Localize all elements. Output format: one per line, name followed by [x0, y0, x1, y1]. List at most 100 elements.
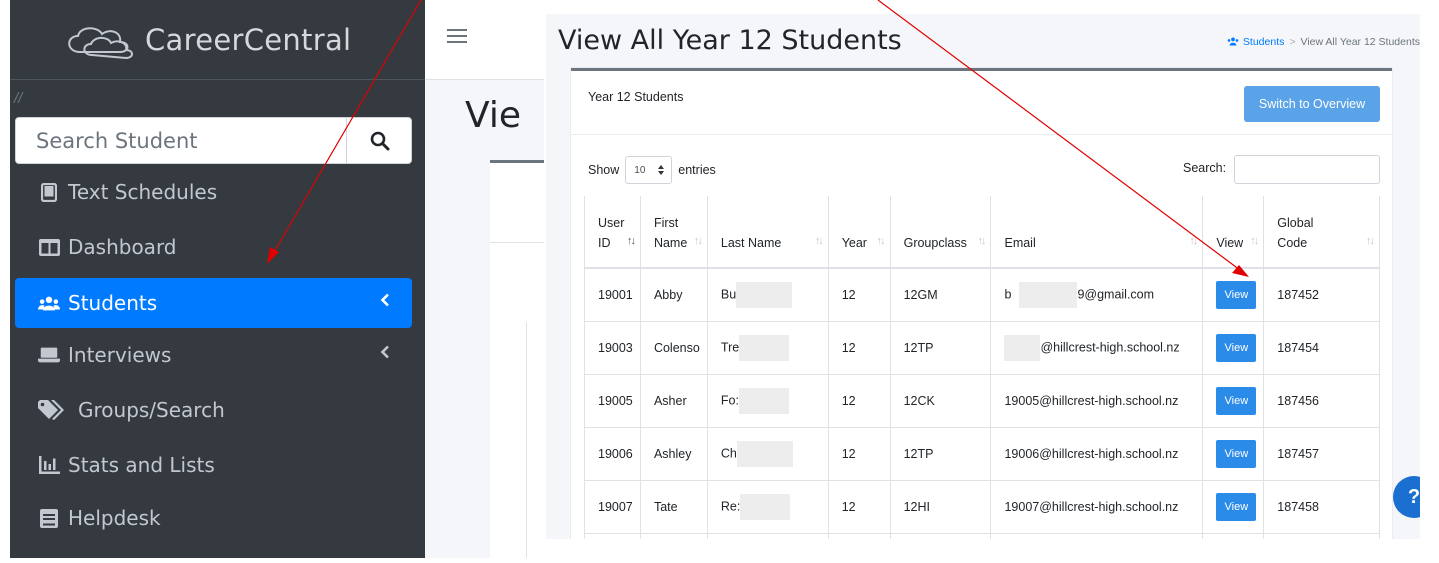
email-end: @hillcrest-high.school.nz [1040, 339, 1180, 354]
entries-select[interactable]: 10 [625, 156, 673, 184]
users-icon [38, 292, 60, 314]
last-name-visible: Ch [720, 445, 737, 460]
column-header-view[interactable]: View ↑↓ [1202, 196, 1265, 269]
cloud-logo-icon [68, 27, 133, 60]
breadcrumb: Students > View All Year 12 Students [1226, 36, 1420, 48]
table-search-label: Search: [1183, 161, 1227, 175]
columns-icon [38, 236, 60, 258]
sort-icon: ↑↓ [1250, 235, 1259, 247]
sidebar: CareerCentral // Text Schedules [10, 0, 425, 558]
view-student-button[interactable]: View [1216, 280, 1257, 309]
sidebar-item-interviews[interactable]: Interviews [15, 330, 412, 380]
column-header-year[interactable]: Year ↑↓ [828, 196, 891, 269]
cell-year: 12 [828, 427, 891, 481]
column-header-groupclass[interactable]: Groupclass ↑↓ [890, 196, 992, 269]
cell-year: 12 [828, 374, 891, 428]
show-label: Show [588, 163, 620, 177]
sidebar-item-groups-search[interactable]: Groups/Search [15, 385, 412, 435]
redaction-box [1019, 281, 1078, 308]
entries-value: 10 [634, 164, 646, 176]
sidebar-item-label: Text Schedules [68, 180, 218, 204]
table-search-input[interactable] [1234, 155, 1380, 184]
sidebar-item-label: Stats and Lists [68, 453, 215, 477]
redaction-box [1004, 334, 1041, 361]
entries-length-control: Show 10 entries [588, 156, 716, 184]
cell-email: b 9@gmail.com [990, 268, 1204, 322]
laptop-icon [38, 344, 60, 366]
table-row: 19003 Colenso Tre 12 12TP @hillcrest-hig… [584, 321, 1380, 375]
sort-icon: ↑↓ [814, 235, 824, 247]
column-header-last-name[interactable]: Last Name ↑↓ [707, 196, 829, 269]
sidebar-item-students[interactable]: Students [15, 278, 412, 328]
search-student-input[interactable] [16, 118, 346, 163]
sidebar-item-label: Dashboard [68, 235, 177, 259]
cell-global-code: 187457 [1263, 427, 1380, 481]
card-title: Year 12 Students [588, 90, 684, 104]
students-card: Year 12 Students Switch to Overview Show… [571, 68, 1392, 539]
cell-groupclass: 12GM [890, 268, 992, 322]
users-icon [1227, 37, 1239, 46]
student-search-form [15, 117, 412, 164]
cell-global-code: 187454 [1263, 321, 1380, 375]
cell-user-id: 19006 [584, 427, 641, 481]
background-card [490, 160, 544, 558]
view-student-button[interactable]: View [1216, 492, 1257, 521]
background-page-heading: Vie [465, 95, 521, 136]
cell-view: View [1202, 321, 1265, 375]
sort-icon: ↑↓ [693, 235, 703, 247]
sort-asc-icon: ↑↓ [626, 235, 636, 247]
sidebar-item-text-schedules[interactable]: Text Schedules [15, 167, 412, 217]
redaction-box [736, 440, 793, 467]
page-title: View All Year 12 Students [558, 25, 902, 56]
sidebar-item-stats-lists[interactable]: Stats and Lists [15, 440, 412, 490]
cell-groupclass: 12TP [890, 321, 992, 375]
cell-email: 19007@hillcrest-high.school.nz [990, 480, 1204, 534]
brand-name: CareerCentral [145, 23, 352, 57]
sort-icon: ↑↓ [1366, 235, 1375, 247]
search-button[interactable] [346, 118, 412, 163]
switch-to-overview-button[interactable]: Switch to Overview [1244, 86, 1380, 122]
redaction-box [738, 387, 789, 414]
cell-email: 19005@hillcrest-high.school.nz [990, 374, 1204, 428]
column-header-global-code[interactable]: Global Code ↑↓ [1263, 196, 1380, 269]
column-header-first-name[interactable]: First Name ↑↓ [640, 196, 708, 269]
sidebar-item-dashboard[interactable]: Dashboard [15, 222, 412, 272]
brand[interactable]: CareerCentral [10, 0, 425, 80]
column-header-email[interactable]: Email ↑↓ [990, 196, 1204, 269]
help-button[interactable]: ? [1393, 476, 1420, 518]
cell-email: 19006@hillcrest-high.school.nz [990, 427, 1204, 481]
sidebar-screenshot-panel: CareerCentral // Text Schedules [10, 0, 544, 558]
tags-icon [38, 399, 70, 421]
cell-global-code: 187458 [1263, 480, 1380, 534]
hamburger-menu-icon[interactable] [447, 28, 467, 44]
view-student-button[interactable]: View [1216, 439, 1257, 468]
last-name-visible: Bu [720, 287, 737, 302]
breadcrumb-students-link[interactable]: Students [1243, 36, 1284, 48]
cell-user-id: 19001 [584, 268, 641, 322]
cell-first-name: Asher [640, 374, 708, 428]
cell-year: 12 [828, 268, 891, 322]
students-table-screenshot-panel: View All Year 12 Students Students > View … [546, 14, 1420, 539]
chart-bar-icon [38, 454, 60, 476]
tablet-icon [38, 181, 60, 203]
sidebar-item-helpdesk[interactable]: Helpdesk [15, 493, 412, 543]
breadcrumb-separator: > [1289, 36, 1296, 48]
chevron-left-icon [380, 345, 389, 359]
column-header-user-id[interactable]: User ID ↑↓ [584, 196, 641, 269]
composite-screenshot: CareerCentral // Text Schedules [0, 0, 1439, 563]
cell-first-name: Abby [640, 268, 708, 322]
table-row: 19006 Ashley Ch 12 12TP 19006@hillcrest-… [584, 427, 1380, 481]
table-row: 19001 Abby Bu 12 12GM b 9@gmail.com View … [584, 268, 1380, 322]
sidebar-item-label: Students [68, 291, 158, 315]
sort-icon: ↑↓ [876, 235, 886, 247]
divider [490, 242, 544, 243]
sidebar-item-label: Helpdesk [68, 506, 161, 530]
cell-first-name: Colenso [640, 321, 708, 375]
entries-label: entries [678, 163, 716, 177]
view-student-button[interactable]: View [1216, 333, 1257, 362]
view-student-button[interactable]: View [1216, 386, 1257, 415]
sidebar-item-label: Interviews [68, 343, 172, 367]
cell-global-code: 187456 [1263, 374, 1380, 428]
cell-groupclass: 12HI [890, 480, 992, 534]
redaction-box [740, 493, 791, 520]
